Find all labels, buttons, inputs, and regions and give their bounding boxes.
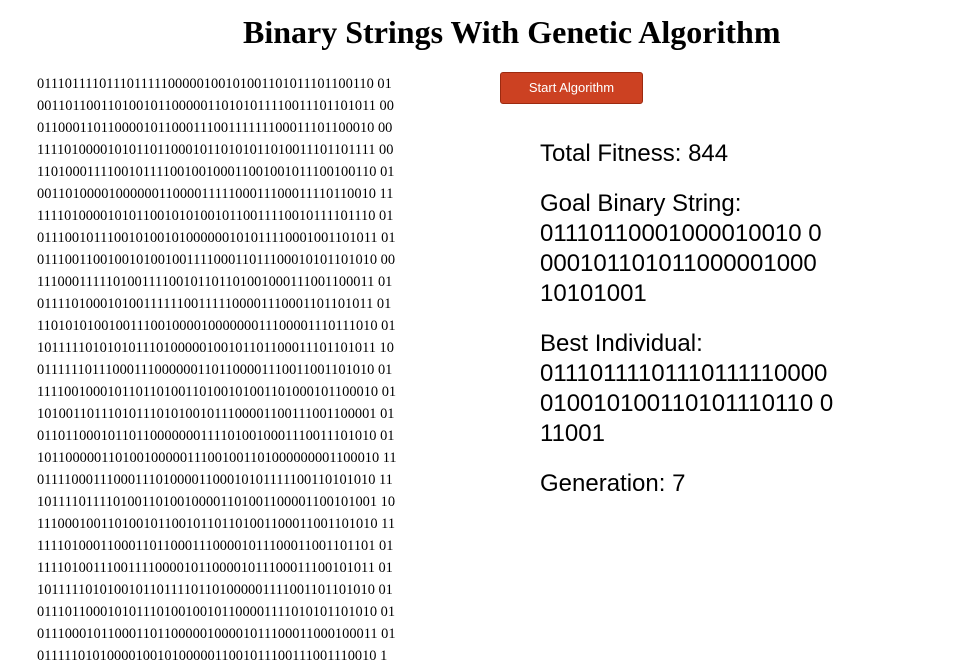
best-value-line: 01110111101110111110000 (540, 360, 828, 387)
population-row: 1101010100100111001000010000000111000011… (37, 318, 396, 334)
population-row: 1111001000101101101001101001010011010001… (37, 384, 397, 400)
population-list: 0111011110111011111000001001010011010111… (37, 73, 397, 666)
best-label: Best Individual: (540, 330, 703, 357)
population-row: 1110001111101001111001011011010010001110… (37, 274, 393, 290)
stats-panel: Total Fitness: 844 Goal Binary String: 0… (540, 139, 870, 519)
total-fitness-value: 844 (688, 140, 729, 167)
total-fitness-label: Total Fitness: (540, 140, 682, 167)
total-fitness: Total Fitness: 844 (540, 139, 870, 169)
population-row: 0111001011100101001010000001010111100010… (37, 230, 396, 246)
population-row: 1010011011101011101010010111000011001110… (37, 406, 395, 422)
population-row: 1011111010100101101111011010000011110011… (37, 582, 393, 598)
population-row: 1111010001100011011000111000010111000110… (37, 538, 394, 554)
population-row: 1111010000101011011000101101010110100111… (37, 142, 394, 158)
goal-value-line: 10101001 (540, 280, 647, 307)
population-row: 1111010011100111100001011000010111000111… (37, 560, 393, 576)
goal-label: Goal Binary String: (540, 190, 742, 217)
goal-value-line: 000101101011000001000 (540, 250, 817, 277)
generation-label: Generation: (540, 470, 666, 497)
population-row: 1110001001101001011001011011010011000110… (37, 516, 396, 532)
generation: Generation: 7 (540, 469, 870, 499)
page-title: Binary Strings With Genetic Algorithm (243, 14, 781, 50)
population-row: 1111010000101011001010100101100111100101… (37, 208, 394, 224)
population-row: 0110001101100001011000111001111111000111… (37, 120, 393, 136)
best-individual: Best Individual: 01110111101110111110000… (540, 329, 870, 449)
goal-binary-string: Goal Binary String: 01110110001000010010… (540, 189, 870, 309)
population-row: 0111000101100011011000001000010111000110… (37, 626, 396, 642)
population-row: 1011110111101001101001000011010011000011… (37, 494, 396, 510)
population-row: 0111011000101011101001001011000011110101… (37, 604, 396, 620)
population-row: 1011111010101011101000001001011011000111… (37, 340, 394, 356)
best-value-line: 010010100110101110110 0 (540, 390, 834, 417)
population-row: 0111011110111011111000001001010011010111… (37, 76, 392, 92)
population-row: 1101000111100101111001001000110010010111… (37, 164, 395, 180)
population-row: 1011000001101001000001110010011010000000… (37, 450, 397, 466)
start-algorithm-button[interactable]: Start Algorithm (500, 72, 643, 104)
population-row: 0111001100100101001001111000110111000101… (37, 252, 396, 268)
population-row: 0111111011100011100000011011000011100110… (37, 362, 393, 378)
best-value-line: 11001 (540, 420, 605, 447)
population-row: 0111101000101001111110011111000011100011… (37, 296, 392, 312)
population-row: 0011010000100000011000011111000111000111… (37, 186, 394, 202)
population-row: 0111100011100011101000011000101011111001… (37, 472, 393, 488)
generation-value: 7 (672, 470, 686, 497)
population-row: 0110110001011011000000011110100100011100… (37, 428, 395, 444)
goal-value-line: 01110110001000010010 0 (540, 220, 822, 247)
population-row: 0011011001101001011000001101010111100111… (37, 98, 394, 114)
population-row: 0111110101000010010100000110010111001110… (37, 648, 388, 664)
